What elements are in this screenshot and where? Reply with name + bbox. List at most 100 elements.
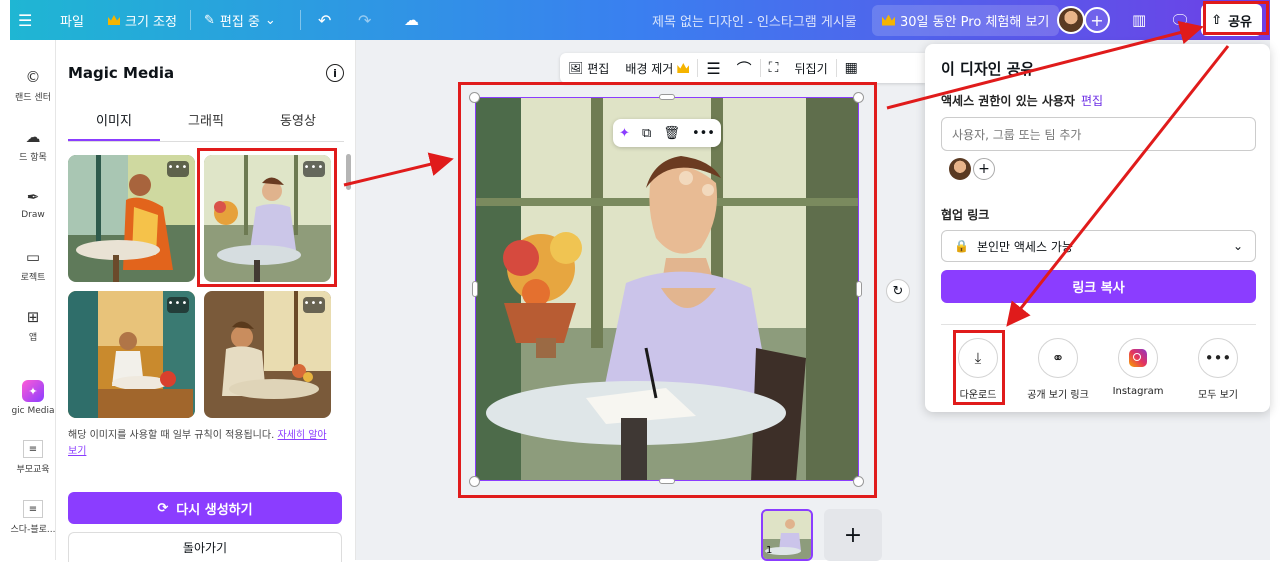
redo-icon[interactable]: ↷ xyxy=(358,0,371,40)
instagram-option[interactable]: Instagram xyxy=(1103,338,1173,397)
add-collaborator-icon[interactable]: + xyxy=(1084,7,1110,33)
resize-handle-ne[interactable] xyxy=(853,92,864,103)
undo-icon[interactable]: ↶ xyxy=(318,0,331,40)
resize-handle-s[interactable] xyxy=(659,478,675,484)
copy-link-button[interactable]: 링크 복사 xyxy=(941,270,1256,303)
tab-videos[interactable]: 동영상 xyxy=(252,110,344,141)
see-all-option[interactable]: ••• 모두 보기 xyxy=(1183,338,1253,401)
chevron-down-icon: ⌄ xyxy=(264,12,276,28)
folder-icon: ▭ xyxy=(25,248,41,266)
pro-trial-button[interactable]: 30일 동안 Pro 체험해 보기 xyxy=(872,4,1060,36)
avatar[interactable] xyxy=(1057,6,1085,34)
generated-image-4[interactable]: ••• xyxy=(204,291,331,418)
crop-icon[interactable]: ⛶ xyxy=(761,53,787,83)
tab-graphics[interactable]: 그래픽 xyxy=(160,110,252,141)
divider xyxy=(300,10,301,30)
panel-scrollbar[interactable] xyxy=(346,154,351,474)
share-button[interactable]: ⇧ 공유 xyxy=(1201,4,1262,36)
rail-label: 부모교육 xyxy=(16,465,50,475)
insights-icon[interactable]: ▥ xyxy=(1132,0,1146,40)
generated-image-3[interactable]: ••• xyxy=(68,291,195,418)
thumbnail-more-button[interactable]: ••• xyxy=(167,161,189,177)
access-level-value: 본인만 액세스 가능 xyxy=(976,239,1073,254)
corner-rounding-icon[interactable]: ⌒ xyxy=(729,53,760,83)
duplicate-icon[interactable]: ⧉ xyxy=(642,126,651,141)
thumbnail-more-button[interactable]: ••• xyxy=(303,297,325,313)
add-user-icon[interactable]: + xyxy=(973,158,995,180)
panel-tabs: 이미지 그래픽 동영상 xyxy=(68,110,344,142)
document-title[interactable]: 제목 없는 디자인 - 인스타그램 게시물 xyxy=(652,0,857,40)
rail-item-projects[interactable]: ▭ 로젝트 xyxy=(10,248,55,283)
download-option[interactable]: ⤓ 다운로드 xyxy=(943,338,1013,401)
more-icon: ••• xyxy=(1198,338,1238,378)
resize-button[interactable]: 크기 조정 xyxy=(108,0,177,40)
resize-handle-w[interactable] xyxy=(472,281,478,297)
usage-note-text: 해당 이미지를 사용할 때 일부 규칙이 적용됩니다. xyxy=(68,430,275,441)
bg-remove-button[interactable]: 배경 제거 xyxy=(617,53,697,83)
instagram-label: Instagram xyxy=(1112,386,1164,397)
back-button[interactable]: 돌아가기 xyxy=(68,532,342,562)
rail-label: Draw xyxy=(21,210,45,220)
transparency-icon[interactable]: ▦ xyxy=(837,53,866,83)
people-search-input[interactable]: 사용자, 그룹 또는 팀 추가 xyxy=(941,117,1256,151)
more-icon[interactable]: ••• xyxy=(692,126,715,141)
rail-item-apps[interactable]: ⊞ 앱 xyxy=(10,308,55,343)
generated-image-2[interactable]: ••• xyxy=(204,155,331,282)
rail-item-app-2[interactable]: ≡ 스다-블로... xyxy=(10,500,56,535)
border-style-icon[interactable]: ☰ xyxy=(698,53,728,83)
element-floating-toolbar: ✦ ⧉ 🗑 ••• xyxy=(613,119,721,147)
share-label: 공유 xyxy=(1228,14,1252,30)
flip-button[interactable]: 뒤집기 xyxy=(786,53,835,83)
comment-icon[interactable]: 🗨 xyxy=(1170,0,1190,40)
design-canvas-image[interactable] xyxy=(475,97,859,481)
rail-item-app-1[interactable]: ≡ 부모교육 xyxy=(10,440,55,475)
resize-handle-n[interactable] xyxy=(659,94,675,100)
rotate-icon[interactable]: ↻ xyxy=(886,279,910,303)
access-edit-link[interactable]: 편집 xyxy=(1081,94,1103,108)
edit-image-button[interactable]: 🖼 편집 xyxy=(560,53,617,83)
scrollbar-thumb[interactable] xyxy=(346,154,351,190)
bg-remove-label: 배경 제거 xyxy=(625,61,674,76)
editing-mode-dropdown[interactable]: ✎ 편집 중 ⌄ xyxy=(204,0,276,40)
access-level-select[interactable]: 🔒 본인만 액세스 가능 ⌄ xyxy=(941,230,1256,262)
image-woman-writing-cafe-large xyxy=(476,98,858,480)
delete-icon[interactable]: 🗑 xyxy=(663,126,680,141)
pro-trial-label: 30일 동안 Pro 체험해 보기 xyxy=(900,14,1050,30)
resize-label: 크기 조정 xyxy=(125,14,177,30)
cloud-save-icon[interactable]: ☁ xyxy=(404,0,419,40)
resize-handle-nw[interactable] xyxy=(469,92,480,103)
editing-label: 편집 중 xyxy=(219,14,260,30)
rail-label: 스다-블로... xyxy=(10,525,56,535)
image-edit-icon: 🖼 xyxy=(568,61,584,75)
regenerate-label: 다시 생성하기 xyxy=(176,502,253,518)
resize-handle-sw[interactable] xyxy=(469,476,480,487)
rail-item-uploads[interactable]: ☁ 드 항목 xyxy=(10,128,55,163)
magic-edit-icon[interactable]: ✦ xyxy=(619,126,630,141)
resize-handle-se[interactable] xyxy=(853,476,864,487)
crown-icon xyxy=(108,15,120,25)
rail-item-brand[interactable]: © 랜드 센터 xyxy=(10,68,55,103)
generated-image-1[interactable]: ••• xyxy=(68,155,195,282)
document-title-text: 제목 없는 디자인 - 인스타그램 게시물 xyxy=(652,14,857,30)
download-label: 다운로드 xyxy=(959,390,997,401)
pencil-icon: ✎ xyxy=(204,12,215,28)
access-label: 액세스 권한이 있는 사용자 편집 xyxy=(941,92,1103,109)
thumbnail-more-button[interactable]: ••• xyxy=(303,161,325,177)
regenerate-button[interactable]: ⟳ 다시 생성하기 xyxy=(68,492,342,524)
menu-icon[interactable]: ☰ xyxy=(18,0,32,40)
rail-item-draw[interactable]: ✒ Draw xyxy=(10,188,55,220)
page-number: 1 xyxy=(766,545,773,556)
add-page-button[interactable]: + xyxy=(824,509,882,561)
crown-icon xyxy=(677,63,690,73)
lock-icon: 🔒 xyxy=(954,239,969,253)
magic-media-panel: Magic Media i 이미지 그래픽 동영상 ••• ••• ••• ••… xyxy=(56,40,356,562)
tab-images[interactable]: 이미지 xyxy=(68,110,160,141)
thumbnail-more-button[interactable]: ••• xyxy=(167,297,189,313)
top-bar: ☰ 파일 크기 조정 ✎ 편집 중 ⌄ ↶ ↷ ☁ 제목 없는 디자인 - 인스타그… xyxy=(10,0,1270,40)
public-view-link-option[interactable]: ⚭ 공개 보기 링크 xyxy=(1023,338,1093,401)
rail-item-magic-media[interactable]: ✦ gic Media xyxy=(10,380,55,416)
edit-image-label: 편집 xyxy=(587,61,610,76)
file-menu[interactable]: 파일 xyxy=(60,0,84,40)
info-icon[interactable]: i xyxy=(326,64,344,82)
resize-handle-e[interactable] xyxy=(856,281,862,297)
